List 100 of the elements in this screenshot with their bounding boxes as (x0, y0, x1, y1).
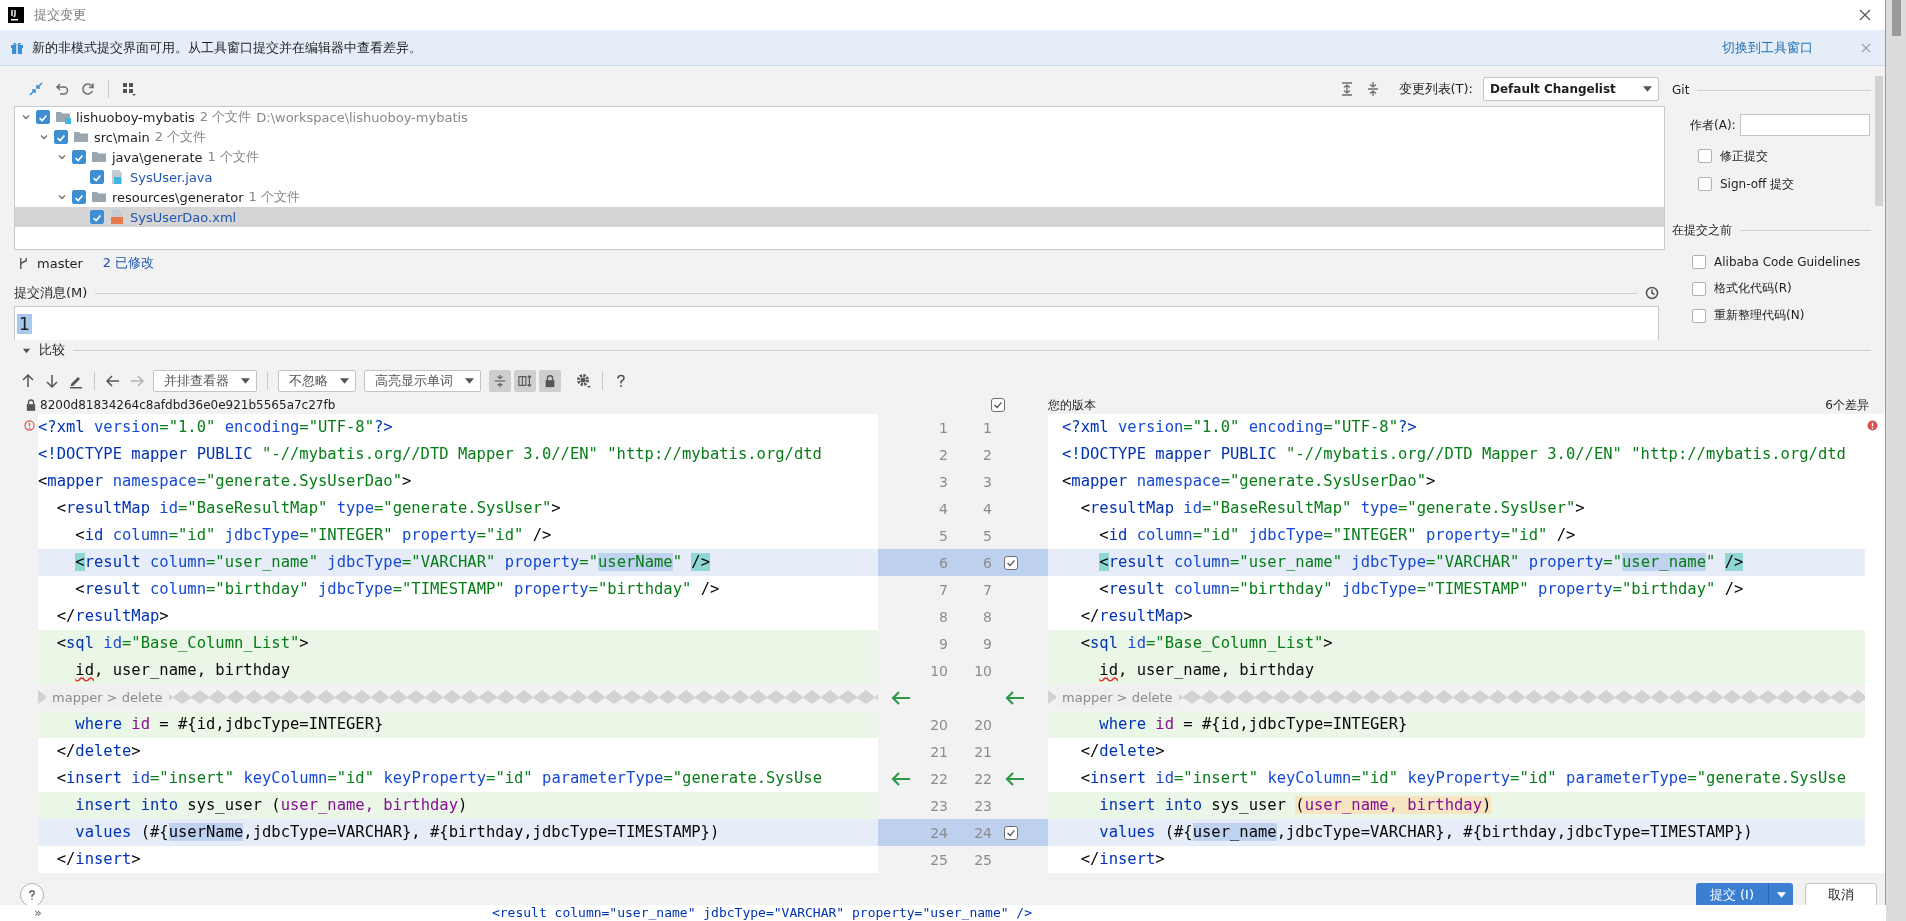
tree-row[interactable]: java\generate 1 个文件 (15, 147, 1664, 167)
error-icon[interactable] (23, 420, 35, 431)
java-file-icon (109, 169, 125, 185)
toggle-button[interactable] (514, 370, 536, 392)
tree-checkbox[interactable] (54, 130, 68, 144)
refresh-icon[interactable] (80, 81, 96, 97)
caret-icon (241, 378, 250, 384)
tree-label: java\generate (112, 149, 203, 165)
line-number: 24 (973, 824, 992, 841)
modified-count[interactable]: 2 已修改 (102, 254, 155, 272)
toggle-button[interactable] (489, 370, 511, 392)
arrow-left-icon[interactable] (105, 373, 121, 389)
pin-arrows-icon[interactable] (28, 81, 44, 97)
switch-link[interactable]: 切换到工具窗口 (1722, 38, 1813, 57)
toggle-button[interactable] (539, 370, 561, 392)
history-icon[interactable] (1645, 286, 1659, 300)
line-number: 7 (938, 581, 948, 598)
banner-text: 新的非模式提交界面可用。从工具窗口提交并在编辑器中查看差异。 (32, 38, 422, 57)
file-count: 1 个文件 (248, 188, 300, 206)
line-number: 2 (938, 446, 948, 463)
option-checkbox[interactable] (1698, 177, 1712, 191)
tree-row[interactable]: lishuoboy-mybatis 2 个文件 D:\workspace\lishuoboy-mybatis (15, 107, 1664, 127)
right-side-title: 您的版本 (1048, 396, 1096, 414)
line-number: 3 (938, 473, 948, 490)
check-icon (992, 399, 1004, 411)
option-checkbox[interactable] (1692, 308, 1706, 323)
commit-options-button[interactable] (1768, 883, 1793, 905)
line-number: 1 (938, 419, 948, 436)
chevron-icon[interactable] (39, 132, 49, 142)
chevron-icon[interactable] (57, 152, 67, 162)
gift-icon (10, 40, 24, 55)
compare-title: 比较 (39, 341, 65, 359)
option-dropdown[interactable]: 并排查看器 (153, 370, 257, 392)
tree-row[interactable]: resources\generator 1 个文件 (15, 187, 1664, 207)
author-label: 作者(A): (1690, 116, 1736, 134)
scrollbar-thumb[interactable] (1875, 76, 1883, 206)
option-dropdown[interactable]: 高亮显示单词 (364, 370, 481, 392)
tree-row[interactable]: SysUserDao.xml (15, 207, 1664, 227)
tree-checkbox[interactable] (90, 210, 104, 224)
line-number: 10 (973, 662, 992, 679)
branch-name[interactable]: master (37, 255, 83, 271)
line-number: 21 (973, 743, 992, 760)
group-by-icon[interactable] (121, 81, 137, 97)
question-mark-icon (26, 889, 38, 901)
branch-icon (18, 256, 29, 270)
undo-icon[interactable] (54, 81, 70, 97)
tree-label: lishuoboy-mybatis (76, 109, 195, 125)
close-icon[interactable] (1859, 9, 1871, 21)
line-number: 22 (973, 770, 992, 787)
apply-arrow-icon[interactable] (1004, 770, 1026, 787)
option-checkbox[interactable] (1692, 254, 1706, 269)
scrollbar-thumb[interactable] (1892, 0, 1901, 36)
tree-checkbox[interactable] (90, 170, 104, 184)
option-dropdown[interactable]: 不忽略 (278, 370, 356, 392)
chevron-icon[interactable] (57, 192, 67, 202)
expand-marker[interactable]: » (34, 905, 42, 921)
tree-checkbox[interactable] (72, 190, 86, 204)
line-number: 24 (929, 824, 948, 841)
line-checkbox[interactable] (1004, 825, 1018, 840)
changelist-label: 变更列表(T): (1398, 80, 1473, 98)
lock-icon (543, 374, 557, 388)
option-checkbox[interactable] (1692, 281, 1706, 296)
lock-icon (26, 399, 36, 411)
tree-row[interactable]: src\main 2 个文件 (15, 127, 1664, 147)
line-number: 6 (938, 554, 948, 571)
cancel-button[interactable]: 取消 (1805, 883, 1877, 905)
caret-icon (465, 378, 474, 384)
tree-checkbox[interactable] (36, 110, 50, 124)
caret-icon (1643, 86, 1652, 92)
changelist-dropdown[interactable]: Default Changelist (1483, 77, 1659, 101)
option-checkbox[interactable] (1698, 149, 1712, 163)
folder-icon (73, 129, 89, 145)
arrow-down-icon[interactable] (44, 373, 60, 389)
tree-label: resources\generator (112, 189, 244, 205)
line-number: 4 (982, 500, 992, 517)
commit-button[interactable]: 提交 (I) (1695, 883, 1768, 905)
line-number: 23 (973, 797, 992, 814)
commit-message-field[interactable]: 1 (14, 306, 1659, 340)
line-number: 8 (938, 608, 948, 625)
arrow-up-icon[interactable] (20, 373, 36, 389)
apply-arrow-icon[interactable] (890, 770, 912, 787)
tree-checkbox[interactable] (72, 150, 86, 164)
author-field[interactable] (1739, 114, 1870, 136)
tree-row[interactable]: SysUser.java (15, 167, 1664, 187)
line-number: 7 (982, 581, 992, 598)
folder-icon (91, 189, 107, 205)
xml-file-icon (109, 209, 125, 225)
settings-icon[interactable] (576, 373, 592, 389)
apply-arrow-icon[interactable] (890, 689, 912, 706)
help-button[interactable] (20, 883, 44, 905)
apply-arrow-icon[interactable] (1004, 689, 1026, 706)
commit-message-label: 提交消息(M) (14, 284, 88, 302)
line-number: 21 (929, 743, 948, 760)
option-label: Alibaba Code Guidelines (1714, 254, 1861, 269)
file-count: 1 个文件 (207, 148, 259, 166)
line-number: 3 (982, 473, 992, 490)
chevron-icon[interactable] (21, 112, 31, 122)
line-checkbox[interactable] (1004, 555, 1018, 570)
error-icon[interactable] (1866, 420, 1878, 431)
include-all-checkbox[interactable] (991, 398, 1005, 412)
